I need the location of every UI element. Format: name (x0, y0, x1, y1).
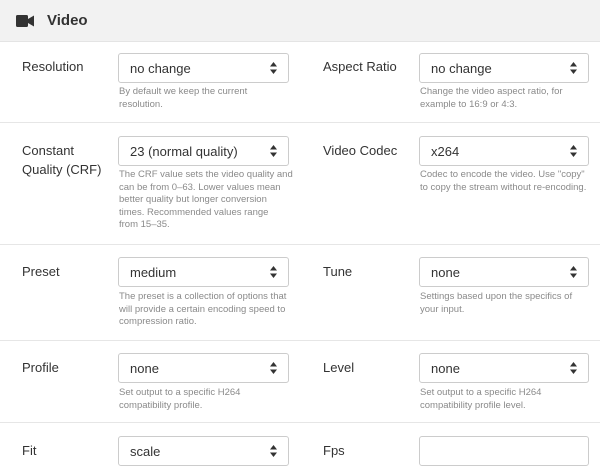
level-help: Set output to a specific H264 compatibili… (420, 387, 542, 411)
profile-value: none (130, 361, 159, 376)
fit-value: scale (130, 444, 161, 459)
section-title: Video (47, 12, 88, 29)
sort-caret-icon (570, 362, 577, 374)
fit-label: Fit (22, 443, 37, 458)
resolution-help: By default we keep the current resolution… (119, 86, 248, 110)
sort-caret-icon (270, 266, 277, 278)
preset-label: Preset (22, 264, 60, 279)
row-divider (0, 422, 600, 423)
crf-label: Constant Quality (CRF) (22, 143, 102, 177)
fps-label: Fps (323, 443, 345, 458)
aspect-ratio-help: Change the video aspect ratio, for exampl… (420, 86, 563, 110)
level-label: Level (323, 360, 355, 375)
resolution-select[interactable]: no change (118, 53, 289, 83)
sort-caret-icon (570, 266, 577, 278)
tune-value: none (431, 265, 460, 280)
crf-select[interactable]: 23 (normal quality) (118, 136, 289, 166)
aspect-ratio-label: Aspect Ratio (323, 59, 397, 74)
level-select[interactable]: none (419, 353, 589, 383)
sort-caret-icon (570, 145, 577, 157)
sort-caret-icon (570, 62, 577, 74)
tune-select[interactable]: none (419, 257, 589, 287)
crf-help: The CRF value sets the video quality and… (119, 169, 293, 231)
row-divider (0, 340, 600, 341)
preset-value: medium (130, 265, 177, 280)
video-codec-help: Codec to encode the video. Use "copy" to … (420, 169, 587, 193)
tune-help: Settings based upon the specifics of your… (420, 291, 573, 315)
row-divider (0, 122, 600, 123)
aspect-ratio-select[interactable]: no change (419, 53, 589, 83)
level-value: none (431, 361, 460, 376)
fps-input[interactable] (419, 436, 589, 466)
fit-select[interactable]: scale (118, 436, 289, 466)
resolution-label: Resolution (22, 59, 84, 74)
aspect-ratio-value: no change (431, 61, 492, 76)
video-camera-icon (16, 15, 34, 27)
crf-value: 23 (normal quality) (130, 144, 238, 159)
sort-caret-icon (270, 362, 277, 374)
preset-help: The preset is a collection of options th… (119, 291, 287, 328)
sort-caret-icon (270, 62, 277, 74)
section-header: Video (0, 0, 600, 42)
resolution-value: no change (130, 61, 191, 76)
preset-select[interactable]: medium (118, 257, 289, 287)
profile-label: Profile (22, 360, 59, 375)
tune-label: Tune (323, 264, 353, 279)
sort-caret-icon (270, 145, 277, 157)
profile-help: Set output to a specific H264 compatibili… (119, 387, 241, 411)
profile-select[interactable]: none (118, 353, 289, 383)
video-codec-select[interactable]: x264 (419, 136, 589, 166)
sort-caret-icon (270, 445, 277, 457)
video-codec-label: Video Codec (323, 143, 398, 158)
row-divider (0, 244, 600, 245)
video-codec-value: x264 (431, 144, 460, 159)
